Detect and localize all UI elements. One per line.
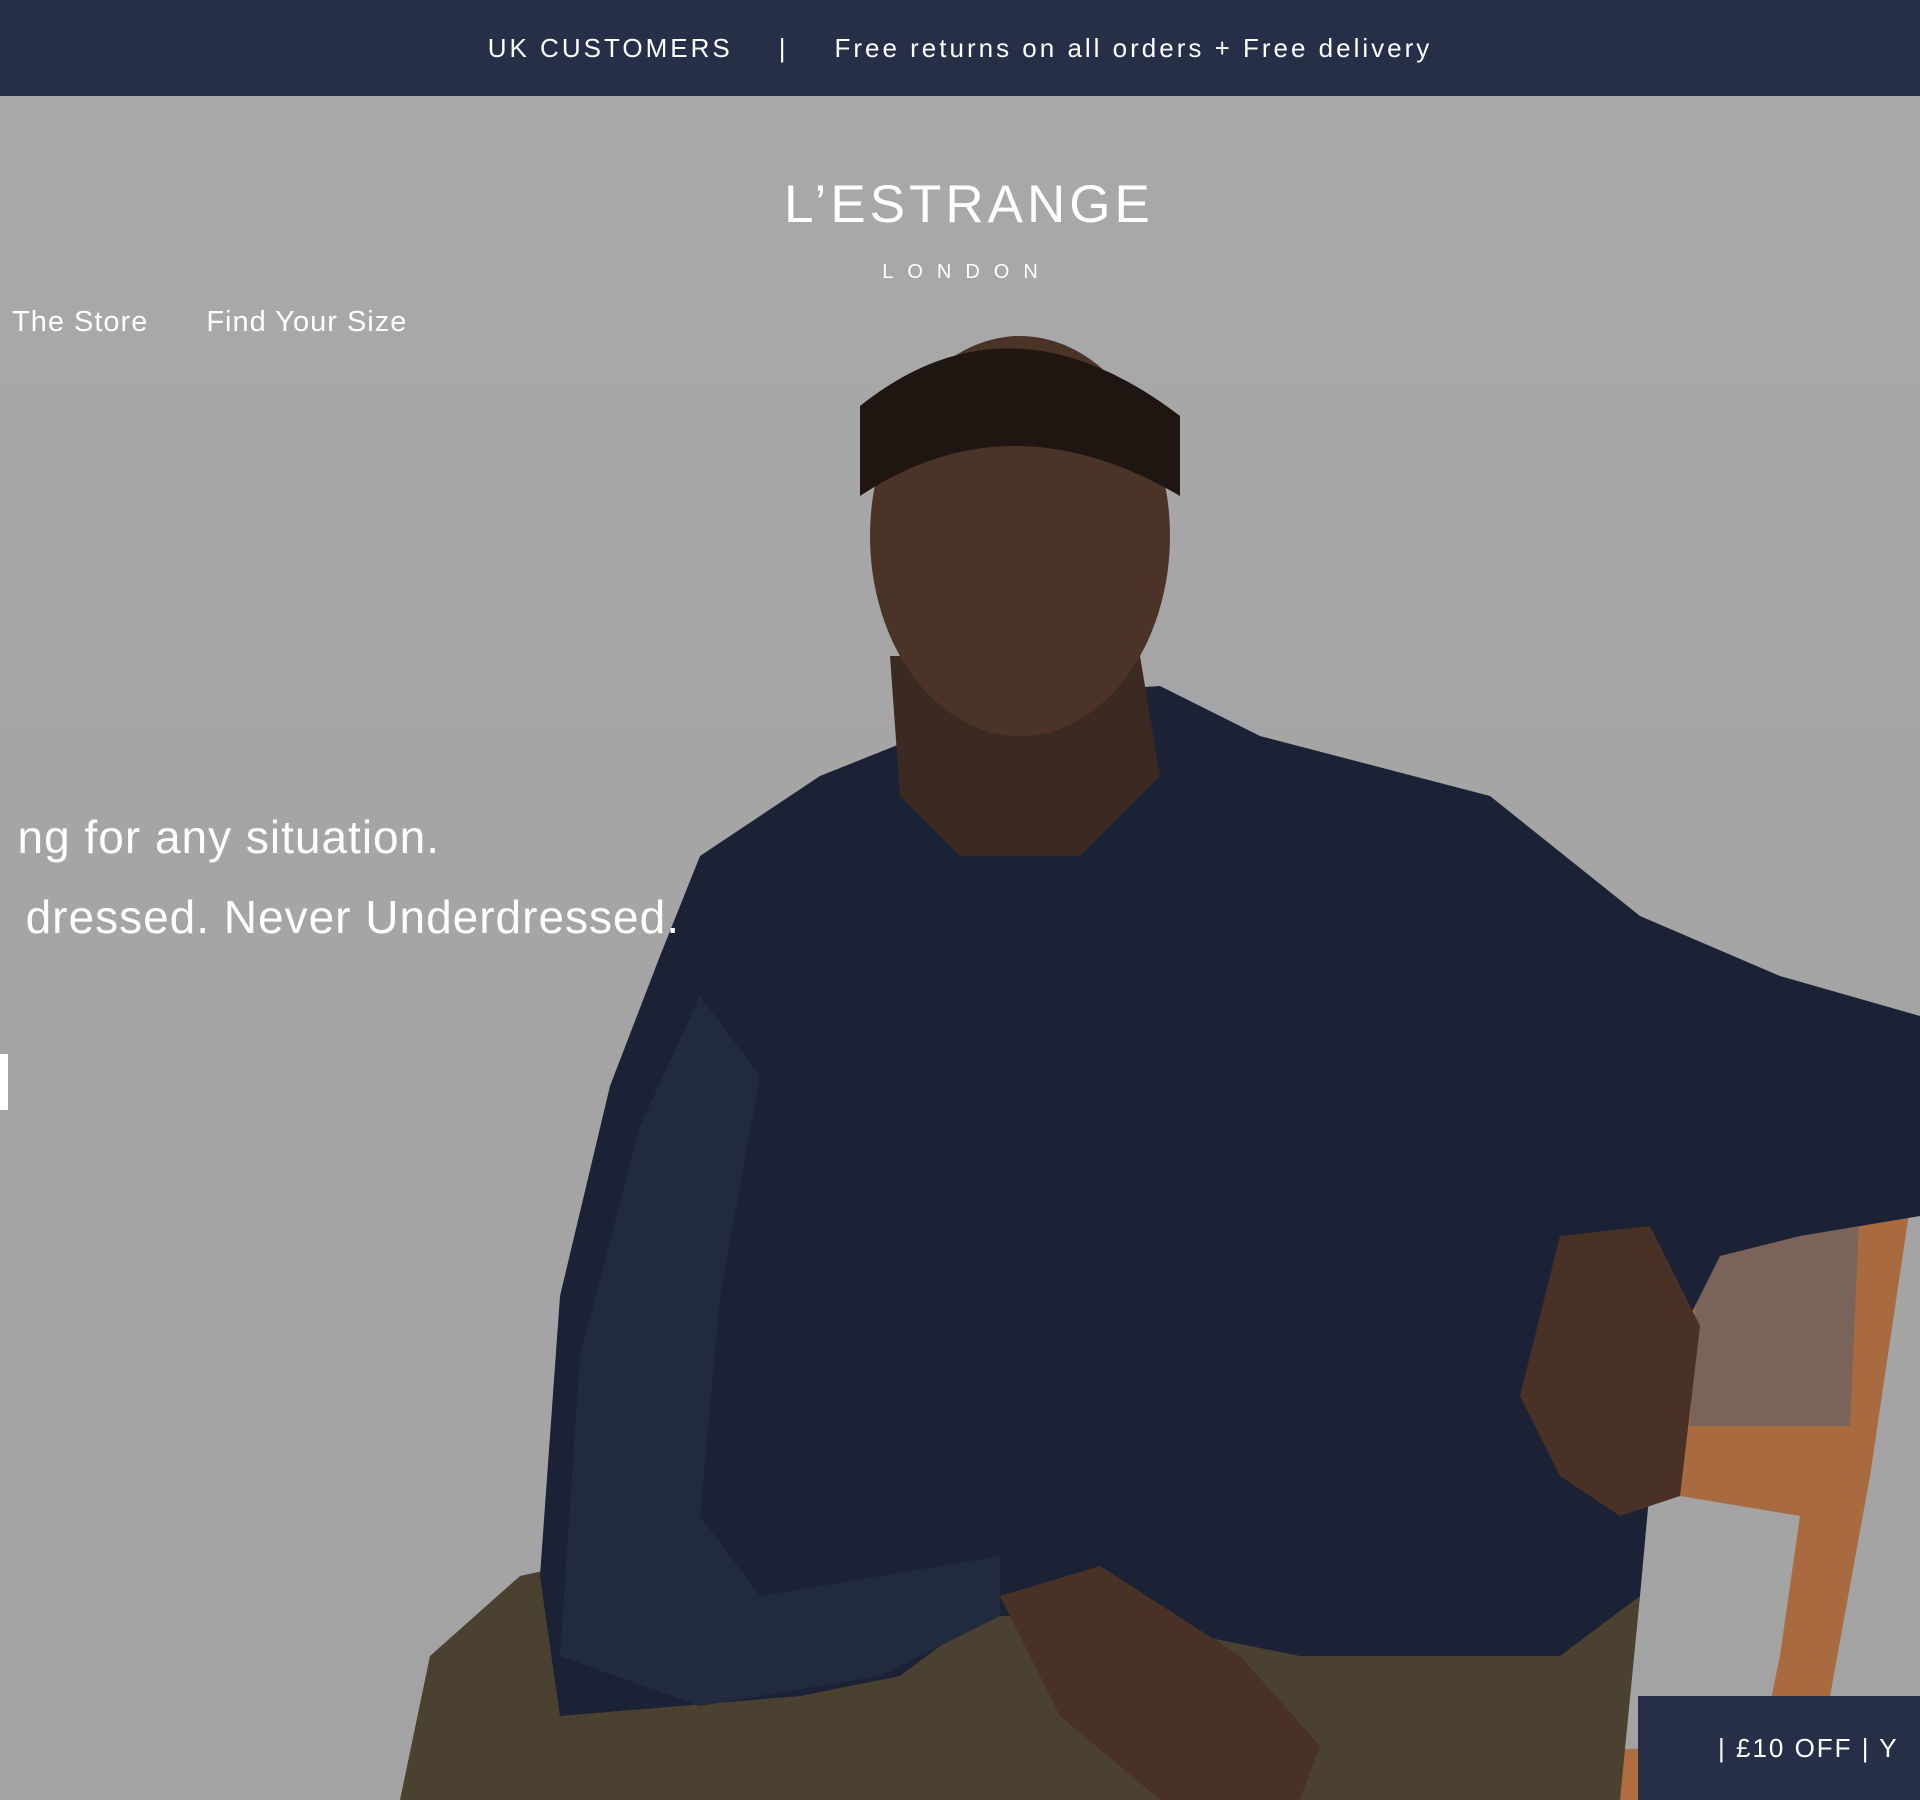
announcement-bar: UK CUSTOMERS | Free returns on all order…: [0, 0, 1920, 96]
nav-the-store[interactable]: The Store: [12, 306, 148, 339]
hero-banner: The Store Find Your Size: [0, 96, 1920, 1800]
hero-model-image: [400, 336, 1920, 1800]
hero-tagline-line-1: ng for any situation.: [17, 811, 440, 863]
logo-wordmark: L’ESTRANGE: [784, 175, 1154, 234]
discount-tab-label: | £10 OFF | Y: [1718, 1732, 1899, 1763]
nav-find-your-size[interactable]: Find Your Size: [206, 306, 407, 339]
main-nav: The Store Find Your Size: [12, 306, 407, 339]
brand-logo[interactable]: L’ESTRANGE LONDON: [784, 175, 1154, 284]
logo-location: LONDON: [882, 261, 1052, 283]
announcement-separator: |: [778, 32, 789, 63]
discount-tab[interactable]: | £10 OFF | Y: [1638, 1696, 1920, 1800]
page: UK CUSTOMERS | Free returns on all order…: [0, 0, 1920, 1800]
announcement-uk-customers: UK CUSTOMERS: [487, 32, 733, 63]
hero-cta-button-edge[interactable]: [0, 1054, 8, 1110]
hero-tagline-line-2: dressed. Never Underdressed.: [25, 891, 680, 943]
announcement-free-returns: Free returns on all orders + Free delive…: [834, 32, 1433, 63]
